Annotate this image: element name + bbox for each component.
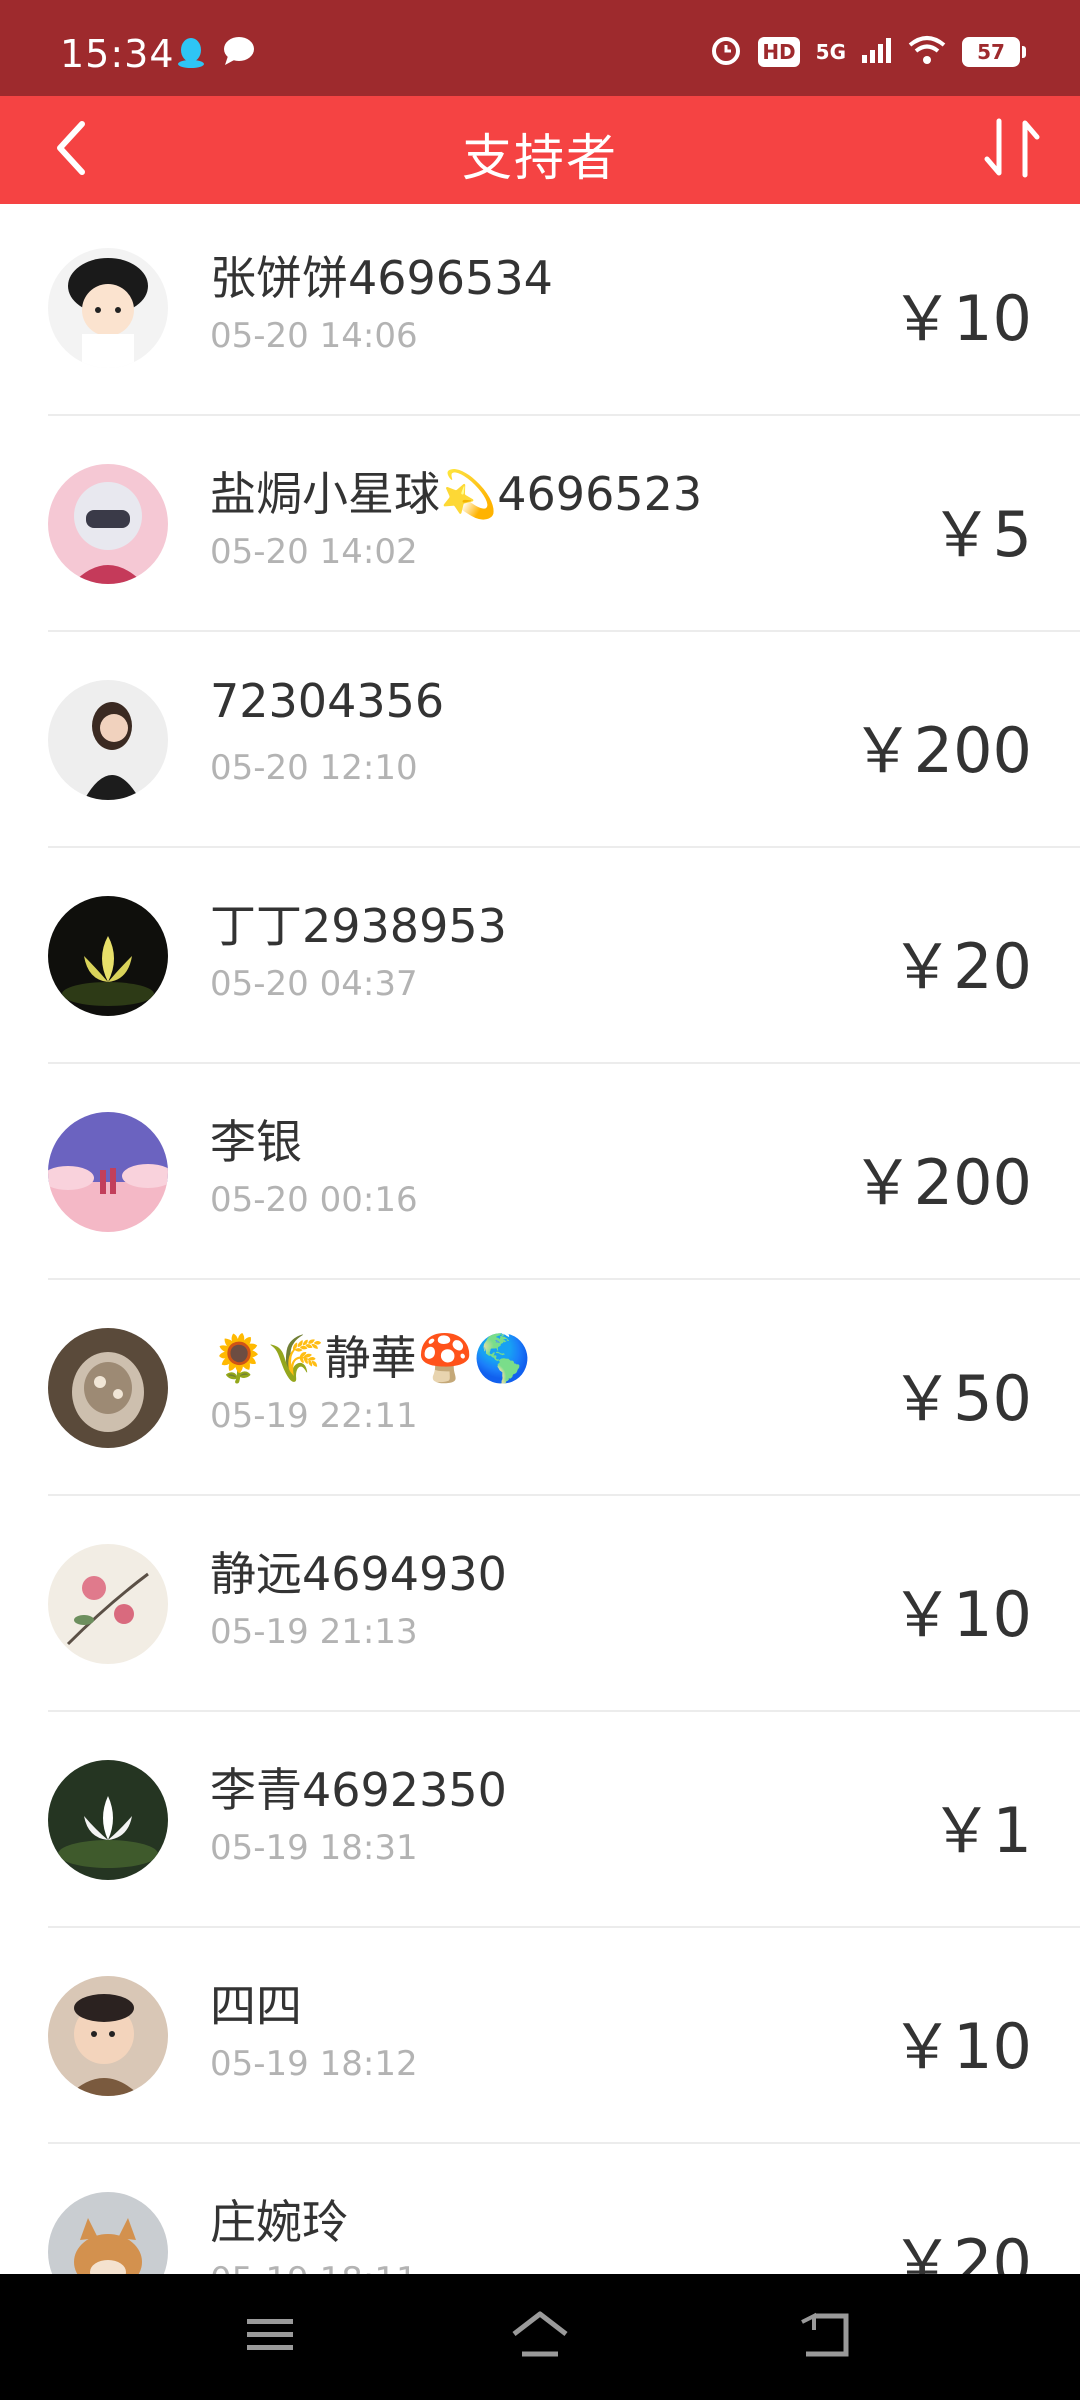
network-type: 5G — [815, 40, 846, 64]
support-time: 05-20 04:37 — [210, 964, 418, 1004]
support-amount: ￥10 — [891, 1578, 1032, 1651]
support-time: 05-19 18:12 — [210, 2044, 418, 2084]
avatar — [48, 896, 168, 1016]
system-nav-bar — [0, 2274, 1080, 2400]
avatar — [48, 1112, 168, 1232]
list-item[interactable]: 张饼饼4696534 05-20 14:06 ￥10 — [0, 204, 1080, 416]
list-item[interactable]: 72304356 05-20 12:10 ￥200 — [0, 632, 1080, 848]
signal-icon — [862, 37, 892, 67]
supporter-name: 庄婉玲 — [210, 2195, 348, 2249]
support-amount: ￥20 — [891, 2226, 1032, 2274]
alarm-icon — [710, 34, 742, 70]
home-icon — [510, 2310, 570, 2364]
supporter-name: 🌻🌾静華🍄🌎 — [210, 1331, 532, 1385]
avatar — [48, 1544, 168, 1664]
message-icon — [222, 36, 256, 74]
nav-back-button[interactable] — [780, 2302, 870, 2372]
list-item[interactable]: 盐焗小星球💫4696523 05-20 14:02 ￥5 — [0, 416, 1080, 632]
status-bar: 15:34 HD 5G 57 — [0, 0, 1080, 96]
nav-home-button[interactable] — [495, 2302, 585, 2372]
avatar — [48, 680, 168, 800]
notification-icons — [176, 36, 256, 74]
status-right-icons: HD 5G 57 — [710, 34, 1026, 70]
menu-icon — [245, 2315, 295, 2359]
avatar — [48, 1328, 168, 1448]
avatar — [48, 2192, 168, 2274]
supporter-name: 四四 — [210, 1979, 302, 2033]
list-item[interactable]: 四四 05-19 18:12 ￥10 — [0, 1928, 1080, 2144]
support-amount: ￥200 — [851, 1146, 1032, 1219]
supporter-name: 李青4692350 — [210, 1763, 507, 1817]
avatar — [48, 1760, 168, 1880]
support-amount: ￥50 — [891, 1362, 1032, 1435]
sort-arrows-icon — [983, 117, 1041, 183]
supporter-name: 盐焗小星球💫4696523 — [210, 467, 703, 521]
support-amount: ￥20 — [891, 930, 1032, 1003]
list-item[interactable]: 丁丁2938953 05-20 04:37 ￥20 — [0, 848, 1080, 1064]
supporter-name: 张饼饼4696534 — [210, 251, 553, 305]
support-amount: ￥5 — [930, 498, 1032, 571]
supporter-name: 李银 — [210, 1115, 302, 1169]
support-amount: ￥1 — [930, 1794, 1032, 1867]
avatar — [48, 1976, 168, 2096]
support-time: 05-20 14:06 — [210, 316, 418, 356]
list-item[interactable]: 静远4694930 05-19 21:13 ￥10 — [0, 1496, 1080, 1712]
supporter-name: 静远4694930 — [210, 1547, 507, 1601]
support-time: 05-20 00:16 — [210, 1180, 418, 1220]
page-title: 支持者 — [462, 129, 618, 187]
list-item[interactable]: 🌻🌾静華🍄🌎 05-19 22:11 ￥50 — [0, 1280, 1080, 1496]
sort-button[interactable] — [972, 110, 1052, 190]
supporter-name: 丁丁2938953 — [210, 899, 507, 953]
qq-icon — [176, 36, 206, 74]
back-icon — [798, 2310, 852, 2364]
supporter-list[interactable]: 张饼饼4696534 05-20 14:06 ￥10 盐焗小星球💫4696523… — [0, 204, 1080, 2274]
battery-indicator: 57 — [962, 37, 1026, 67]
hd-badge: HD — [758, 37, 800, 67]
list-item[interactable]: 李青4692350 05-19 18:31 ￥1 — [0, 1712, 1080, 1928]
support-time: 05-19 18:31 — [210, 1828, 418, 1868]
list-item[interactable]: 李银 05-20 00:16 ￥200 — [0, 1064, 1080, 1280]
app-bar: 支持者 — [0, 96, 1080, 204]
support-amount: ￥200 — [851, 714, 1032, 787]
avatar — [48, 248, 168, 368]
support-time: 05-20 12:10 — [210, 748, 418, 788]
supporter-name: 72304356 — [210, 674, 445, 728]
support-amount: ￥10 — [891, 2010, 1032, 2083]
status-time: 15:34 — [60, 32, 175, 76]
support-time: 05-20 14:02 — [210, 532, 418, 572]
list-item[interactable]: 庄婉玲 05-19 18:11 ￥20 — [0, 2144, 1080, 2274]
support-time: 05-19 21:13 — [210, 1612, 418, 1652]
support-time: 05-19 22:11 — [210, 1396, 418, 1436]
avatar — [48, 464, 168, 584]
support-time: 05-19 18:11 — [210, 2260, 418, 2274]
support-amount: ￥10 — [891, 282, 1032, 355]
wifi-icon — [908, 35, 946, 69]
nav-menu-button[interactable] — [225, 2302, 315, 2372]
